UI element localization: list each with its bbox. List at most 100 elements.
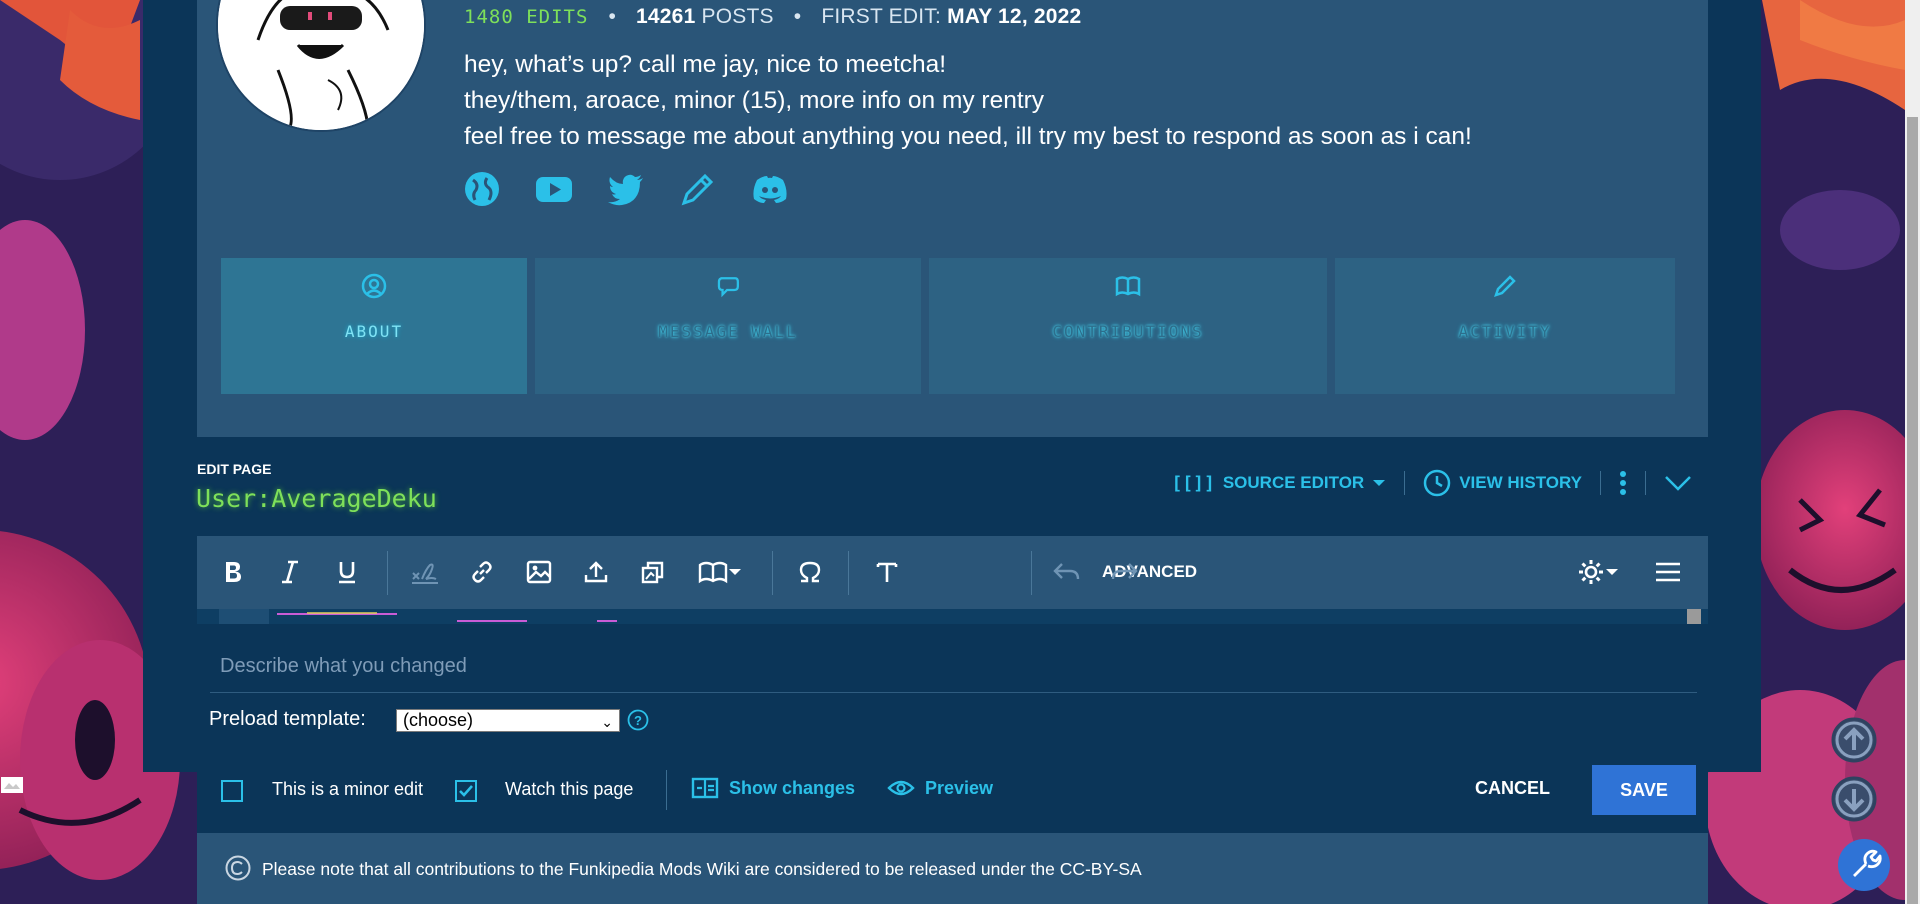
divider [772, 551, 773, 595]
scroll-to-bottom-button[interactable] [1830, 775, 1878, 823]
divider [387, 551, 388, 595]
tab-contributions[interactable]: CONTRIBUTIONS [929, 258, 1327, 394]
upload-button[interactable] [578, 554, 614, 590]
divider [1645, 471, 1646, 495]
show-changes-button[interactable]: Show changes [691, 776, 855, 800]
brackets-icon: [[]] [1171, 472, 1215, 494]
diff-icon [691, 777, 719, 799]
collapse-button[interactable] [1664, 474, 1692, 492]
tab-label: MESSAGE WALL [658, 322, 798, 341]
page-title: User:AverageDeku [196, 484, 437, 513]
image-icon [526, 560, 552, 584]
save-bar: This is a minor edit Watch this page Sho… [197, 765, 1708, 833]
bold-button[interactable] [215, 554, 251, 590]
code-editor-area[interactable] [197, 609, 1708, 624]
link-button[interactable] [464, 554, 500, 590]
watch-page-checkbox[interactable] [455, 780, 477, 802]
youtube-icon[interactable] [535, 170, 573, 208]
code-editor-text [219, 609, 1701, 624]
undo-button[interactable] [1049, 554, 1085, 590]
watch-page-label: Watch this page [505, 779, 634, 799]
divider [1600, 471, 1601, 495]
templates-dropdown[interactable] [692, 554, 748, 590]
omega-icon [799, 561, 821, 583]
divider [1404, 471, 1406, 495]
edit-count: 1480 EDITS [464, 6, 589, 28]
preload-selected-value: (choose) [403, 710, 474, 730]
settings-dropdown[interactable] [1570, 554, 1626, 590]
image-button[interactable] [521, 554, 557, 590]
divider [666, 770, 667, 810]
pencil-icon[interactable] [679, 170, 717, 208]
italic-button[interactable] [272, 554, 308, 590]
divider [1031, 551, 1032, 595]
wrench-tools-button[interactable] [1838, 839, 1890, 891]
license-text: Please note that all contributions to th… [262, 859, 1142, 879]
copyright-icon [225, 855, 251, 881]
globe-icon[interactable] [463, 170, 501, 208]
social-links [463, 170, 789, 208]
underline-button[interactable] [329, 554, 365, 590]
clock-icon [1423, 469, 1451, 497]
minor-edit-label: This is a minor edit [272, 779, 424, 799]
source-editor-dropdown[interactable]: [[]] SOURCE EDITOR [1171, 473, 1386, 494]
tab-label: CONTRIBUTIONS [1052, 322, 1204, 341]
avatar[interactable] [218, 0, 424, 130]
editor-toolbar: ADVANCED [197, 536, 1708, 610]
help-icon[interactable]: ? [627, 709, 649, 731]
more-options-button[interactable] [1619, 469, 1627, 497]
preload-template-label: Preload template: [209, 708, 366, 730]
book-icon [698, 561, 728, 584]
kebab-menu-icon [1620, 471, 1626, 495]
advanced-button[interactable] [869, 554, 905, 590]
underline-icon [339, 562, 355, 584]
book-icon [1115, 276, 1141, 297]
discord-icon[interactable] [751, 170, 789, 208]
tab-label: ACTIVITY [1458, 322, 1552, 341]
special-characters-button[interactable] [792, 554, 828, 590]
license-notice: Please note that all contributions to th… [197, 833, 1708, 904]
pencil-icon [1494, 275, 1516, 297]
bold-icon [226, 562, 241, 582]
cancel-button[interactable]: CANCEL [1475, 778, 1550, 799]
edit-page-label: EDIT PAGE [197, 461, 272, 477]
edit-summary-input[interactable]: Describe what you changed [220, 655, 467, 678]
menu-button[interactable] [1650, 554, 1686, 590]
gear-icon [1579, 560, 1603, 584]
tab-about[interactable]: ABOUT [221, 258, 527, 394]
link-icon [472, 561, 492, 583]
scroll-to-top-button[interactable] [1830, 716, 1878, 764]
twitter-icon[interactable] [607, 170, 645, 208]
view-history-label: VIEW HISTORY [1459, 473, 1582, 492]
hamburger-icon [1656, 562, 1680, 582]
preview-label: Preview [925, 777, 994, 798]
save-button[interactable]: SAVE [1592, 765, 1696, 815]
post-count: 14261 [636, 5, 696, 28]
scrollbar-thumb[interactable] [1907, 117, 1918, 904]
signature-button[interactable] [407, 554, 443, 590]
signature-icon [412, 563, 438, 584]
view-history-button[interactable]: VIEW HISTORY [1423, 469, 1582, 497]
chevron-down-icon: ⌄ [601, 714, 613, 730]
posts-label: POSTS [701, 5, 774, 28]
eye-icon [887, 780, 915, 796]
redo-icon [1111, 563, 1138, 580]
checkmark-icon [459, 785, 473, 797]
redo-button[interactable] [1106, 554, 1142, 590]
tab-message-wall[interactable]: MESSAGE WALL [535, 258, 921, 394]
chevron-down-icon [1665, 476, 1691, 491]
caret-down-icon [1606, 569, 1618, 575]
avatar-drawing [218, 0, 424, 130]
source-editor-label: SOURCE EDITOR [1222, 473, 1365, 492]
caret-down-icon [729, 569, 741, 575]
bio-line: hey, what’s up? call me jay, nice to mee… [464, 51, 947, 78]
gallery-button[interactable] [635, 554, 671, 590]
preview-button[interactable]: Preview [887, 776, 993, 800]
preload-template-select[interactable]: (choose) ⌄ [396, 709, 620, 732]
italic-icon [282, 560, 298, 584]
tab-activity[interactable]: ACTIVITY [1335, 258, 1675, 394]
bio-line: feel free to message me about anything y… [464, 123, 1472, 150]
user-circle-icon [361, 273, 387, 299]
divider [210, 692, 1697, 693]
minor-edit-checkbox[interactable] [221, 780, 243, 802]
